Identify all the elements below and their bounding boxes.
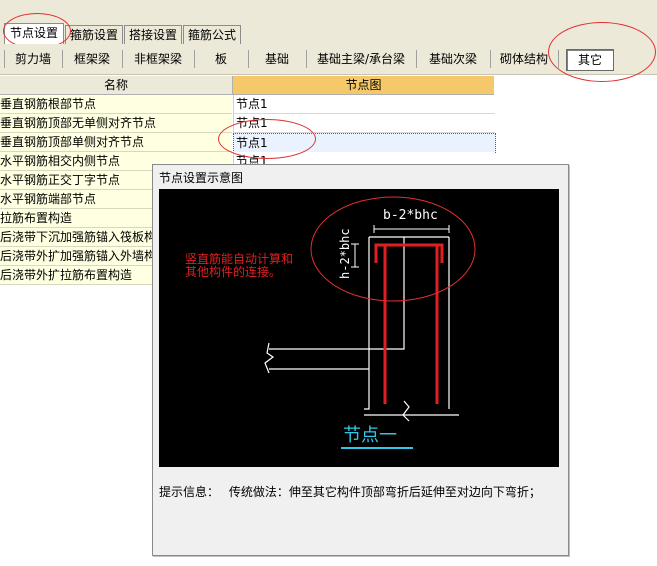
category-nonframe-beam[interactable]: 非框架梁 [126, 49, 190, 69]
diagram-caption: 节点一 [343, 425, 397, 446]
category-foundation-secondary-beam[interactable]: 基础次梁 [420, 49, 486, 69]
annotation-circle-other [548, 22, 656, 82]
table-row-name[interactable]: 垂直钢筋顶部单侧对齐节点 [0, 133, 232, 152]
note-line-2: 其他构件的连接。 [185, 264, 281, 279]
column-header-name: 名称 [0, 76, 233, 95]
table-row-node[interactable]: 节点1 [233, 95, 495, 114]
tip-text: 传统做法：伸至其它构件顶部弯折后延伸至对边向下弯折； [228, 485, 541, 499]
dialog-title: 节点设置示意图 [159, 171, 244, 185]
table-row-name[interactable]: 垂直钢筋根部节点 [0, 95, 232, 114]
column-header-node: 节点图 [233, 76, 494, 95]
category-foundation[interactable]: 基础 [252, 49, 302, 69]
node-diagram-dialog: 节点设置示意图 b-2*bhc h-2*bhc 竖直筋能自动计算和 其他构件的连… [152, 164, 569, 556]
dim-top-label: b-2*bhc [383, 208, 438, 223]
category-frame-beam[interactable]: 框架梁 [66, 49, 118, 69]
tip-bar: 提示信息： 传统做法：伸至其它构件顶部弯折后延伸至对边向下弯折； [159, 483, 562, 500]
annotation-circle-node [218, 119, 316, 159]
note-line-1: 竖直筋能自动计算和 [185, 251, 293, 266]
tip-label: 提示信息： [159, 485, 220, 499]
category-shear-wall[interactable]: 剪力墙 [8, 49, 58, 69]
category-foundation-main-beam[interactable]: 基础主梁/承台梁 [310, 49, 412, 69]
node-diagram: b-2*bhc h-2*bhc 竖直筋能自动计算和 其他构件的连接。 节点一 [185, 196, 476, 449]
table-row-name[interactable]: 垂直钢筋顶部无单侧对齐节点 [0, 114, 232, 133]
category-slab[interactable]: 板 [198, 49, 244, 69]
tab-stirrup-formula[interactable]: 箍筋公式 [183, 25, 241, 44]
node-diagram-canvas: b-2*bhc h-2*bhc 竖直筋能自动计算和 其他构件的连接。 节点一 [159, 189, 559, 467]
category-masonry[interactable]: 砌体结构 [494, 49, 554, 69]
tab-stirrup-settings[interactable]: 箍筋设置 [65, 25, 123, 44]
dim-side-label: h-2*bhc [338, 228, 352, 279]
tab-lap-settings[interactable]: 搭接设置 [124, 25, 182, 44]
